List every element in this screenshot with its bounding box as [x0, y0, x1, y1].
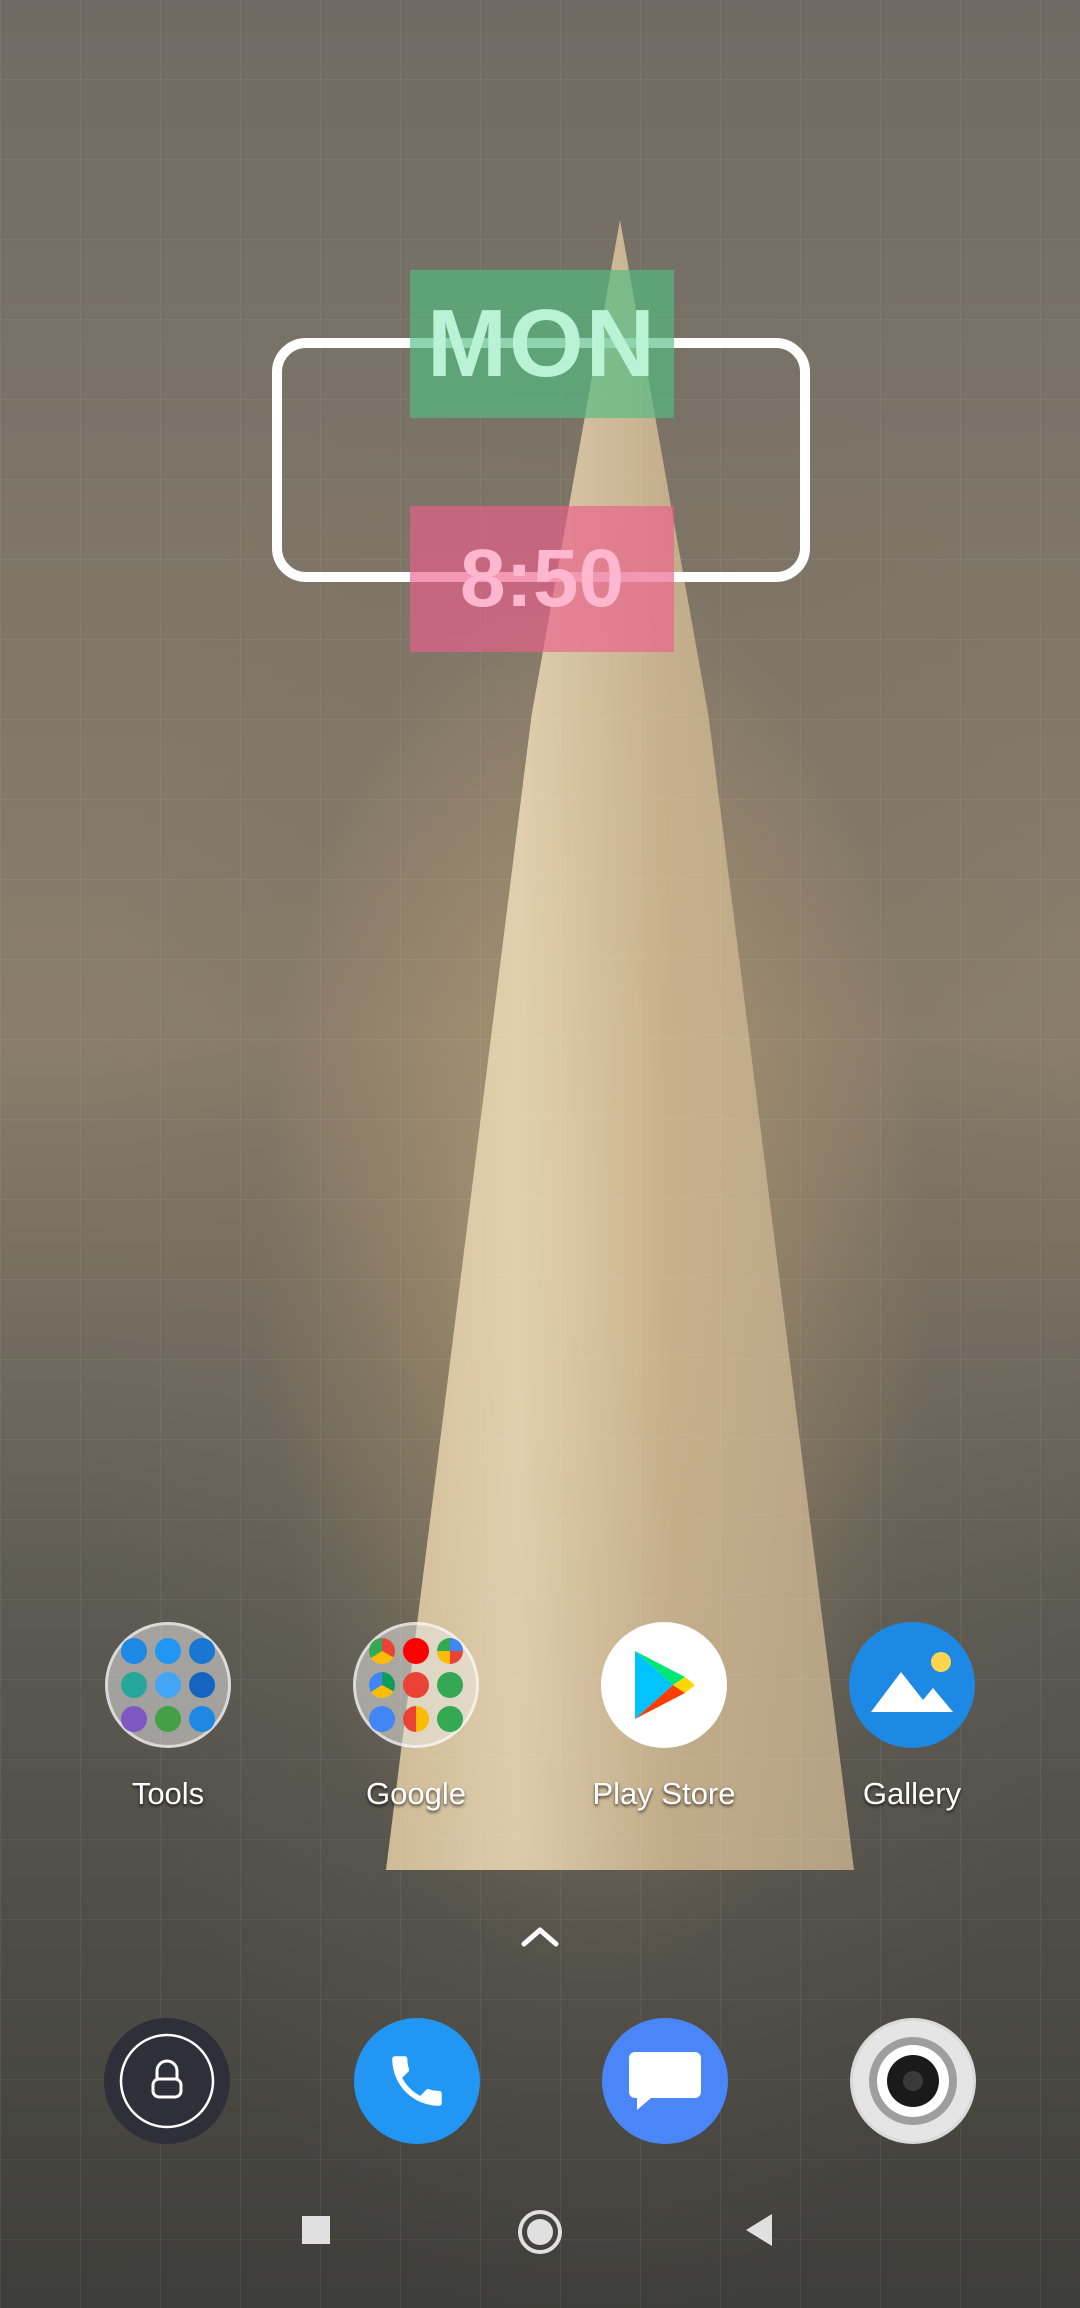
- tools-folder-icon: [105, 1622, 231, 1748]
- clock-widget[interactable]: MON 8:50: [272, 270, 810, 652]
- camera-app[interactable]: [850, 2018, 976, 2144]
- day-box: MON: [410, 270, 674, 418]
- day-text: MON: [427, 290, 657, 397]
- time-text: 8:50: [459, 533, 625, 624]
- google-folder[interactable]: Google: [306, 1622, 526, 1812]
- camera-icon: [853, 2021, 973, 2141]
- recent-apps-icon: [302, 2216, 330, 2244]
- messages-icon: [629, 2052, 701, 2110]
- back-icon: [746, 2214, 772, 2246]
- play-store-label: Play Store: [592, 1776, 736, 1811]
- google-label: Google: [366, 1776, 466, 1811]
- phone-icon: [392, 2056, 442, 2106]
- navigation-bar: [0, 2210, 1080, 2308]
- back-button[interactable]: [740, 2210, 780, 2250]
- lock-icon: [119, 2033, 215, 2129]
- time-box: 8:50: [410, 506, 674, 652]
- tools-folder[interactable]: Tools: [58, 1622, 278, 1812]
- tools-label: Tools: [131, 1776, 205, 1811]
- home-app-row: Tools Google Play Store Gallery: [0, 1622, 1080, 1822]
- recent-apps-button[interactable]: [296, 2210, 336, 2250]
- phone-app[interactable]: [354, 2018, 480, 2144]
- gallery-app[interactable]: Gallery: [802, 1622, 1022, 1812]
- gallery-label: Gallery: [862, 1776, 962, 1811]
- home-button[interactable]: [514, 2206, 566, 2258]
- home-icon: [518, 2210, 562, 2254]
- messages-app[interactable]: [602, 2018, 728, 2144]
- dock: [0, 2018, 1080, 2144]
- google-folder-icon: [353, 1622, 479, 1748]
- gallery-icon: [849, 1622, 975, 1748]
- lock-app[interactable]: [104, 2018, 230, 2144]
- play-store-icon: [601, 1622, 727, 1748]
- swipe-up-chevron-icon[interactable]: [516, 1920, 564, 1952]
- play-store-app[interactable]: Play Store: [554, 1622, 774, 1812]
